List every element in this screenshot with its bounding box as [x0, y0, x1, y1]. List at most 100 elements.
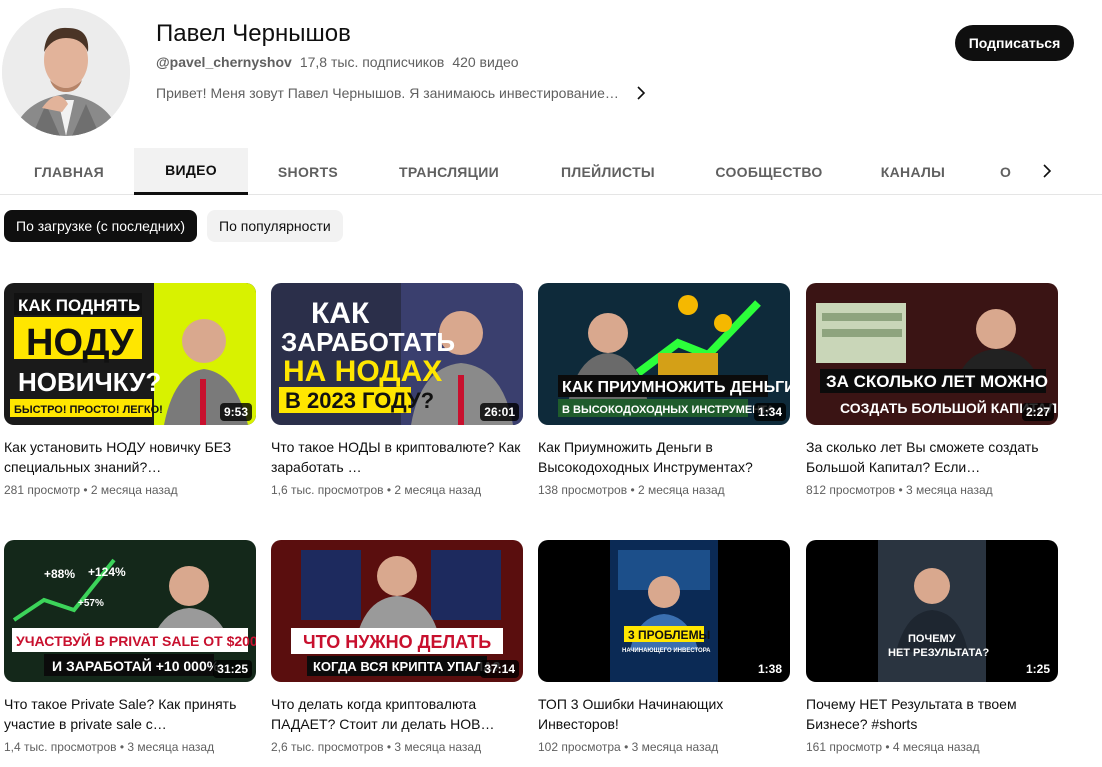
- video-thumbnail[interactable]: ЗА СКОЛЬКО ЛЕТ МОЖНО СОЗДАТЬ БОЛЬШОЙ КАП…: [806, 283, 1058, 425]
- video-age: 2 месяца назад: [394, 483, 482, 497]
- video-duration: 26:01: [480, 403, 519, 421]
- tab-shorts[interactable]: SHORTS: [258, 148, 358, 195]
- video-count: 420 видео: [452, 54, 519, 70]
- video-card: КАК ЗАРАБОТАТЬ НА НОДАХ В 2023 ГОДУ? 26:…: [271, 283, 523, 497]
- avatar-image: [2, 8, 130, 136]
- stats-separator: •: [386, 483, 392, 497]
- video-duration: 9:53: [219, 403, 252, 421]
- channel-meta: @pavel_chernyshov 17,8 тыс. подписчиков …: [156, 54, 519, 70]
- channel-header: Павел Чернышов @pavel_chernyshov 17,8 ты…: [0, 0, 1102, 148]
- subscribe-button[interactable]: Подписаться: [955, 25, 1074, 61]
- video-views: 1,4 тыс. просмотров: [4, 740, 117, 754]
- thumb-text-1: УЧАСТВУЙ В PRIVAT SALE ОТ $200: [16, 632, 256, 649]
- video-card: КАК ПОДНЯТЬ НОДУ НОВИЧКУ? БЫСТРО! ПРОСТО…: [4, 283, 256, 497]
- subscriber-count: 17,8 тыс. подписчиков: [299, 54, 445, 70]
- thumb-text-2: ЗАРАБОТАТЬ: [281, 327, 455, 357]
- video-duration: 1:38: [753, 660, 786, 678]
- video-views: 2,6 тыс. просмотров: [271, 740, 384, 754]
- video-thumbnail[interactable]: ПОЧЕМУ НЕТ РЕЗУЛЬТАТА? 1:25: [806, 540, 1058, 682]
- thumb-text-2: В ВЫСОКОДОХОДНЫХ ИНСТРУМЕНТА: [562, 404, 774, 416]
- video-thumbnail[interactable]: +88% +124% +57% УЧАСТВУЙ В PRIVAT SALE О…: [4, 540, 256, 682]
- thumb-text-4: +124%: [88, 565, 126, 579]
- thumb-text-1: ЧТО НУЖНО ДЕЛАТЬ: [303, 632, 491, 652]
- video-age: 3 месяца назад: [127, 740, 215, 754]
- tab-community[interactable]: СООБЩЕСТВО: [702, 148, 836, 195]
- thumb-text-3: НА НОДАХ: [283, 355, 442, 388]
- video-stats: 1,4 тыс. просмотров • 3 месяца назад: [4, 740, 256, 754]
- thumb-text-1: КАК ПОДНЯТЬ: [18, 296, 140, 315]
- video-card: +88% +124% +57% УЧАСТВУЙ В PRIVAT SALE О…: [4, 540, 256, 754]
- video-stats: 161 просмотр • 4 месяца назад: [806, 740, 1058, 754]
- sort-chips: По загрузке (с последних) По популярност…: [4, 210, 343, 242]
- video-card: ЗА СКОЛЬКО ЛЕТ МОЖНО СОЗДАТЬ БОЛЬШОЙ КАП…: [806, 283, 1058, 497]
- channel-description-text: Привет! Меня зовут Павел Чернышов. Я зан…: [156, 85, 619, 101]
- channel-handle: @pavel_chernyshov: [156, 54, 292, 70]
- video-duration: 2:27: [1021, 403, 1054, 421]
- video-thumbnail[interactable]: ЧТО НУЖНО ДЕЛАТЬ КОГДА ВСЯ КРИПТА УПАЛА?…: [271, 540, 523, 682]
- video-views: 1,6 тыс. просмотров: [271, 483, 384, 497]
- tab-channels[interactable]: КАНАЛЫ: [866, 148, 960, 195]
- video-views: 138 просмотров: [538, 483, 628, 497]
- video-card: 3 ПРОБЛЕМЫ НАЧИНАЮЩЕГО ИНВЕСТОРА 1:38 ТО…: [538, 540, 790, 754]
- video-title[interactable]: ТОП 3 Ошибки Начинающих Инвесторов!: [538, 694, 790, 734]
- video-title[interactable]: Что такое Private Sale? Как принять учас…: [4, 694, 256, 734]
- thumb-text-4: В 2023 ГОДУ?: [285, 388, 434, 413]
- thumbnail-image: ПОЧЕМУ НЕТ РЕЗУЛЬТАТА?: [806, 540, 1058, 682]
- video-thumbnail[interactable]: КАК ПРИУМНОЖИТЬ ДЕНЬГИ В ВЫСОКОДОХОДНЫХ …: [538, 283, 790, 425]
- video-age: 2 месяца назад: [637, 483, 725, 497]
- thumbnail-image: КАК ПОДНЯТЬ НОДУ НОВИЧКУ? БЫСТРО! ПРОСТО…: [4, 283, 256, 425]
- stats-separator: •: [119, 740, 125, 754]
- video-title[interactable]: За сколько лет Вы сможете создать Большо…: [806, 437, 1058, 477]
- video-duration: 1:34: [753, 403, 786, 421]
- tab-about[interactable]: О: [1000, 148, 1026, 195]
- video-title[interactable]: Что такое НОДЫ в криптовалюте? Как зараб…: [271, 437, 523, 477]
- thumbnail-image: КАК ПРИУМНОЖИТЬ ДЕНЬГИ В ВЫСОКОДОХОДНЫХ …: [538, 283, 790, 425]
- thumb-text-2: НОДУ: [26, 322, 134, 364]
- thumb-text-3: +88%: [44, 567, 75, 581]
- video-stats: 1,6 тыс. просмотров • 2 месяца назад: [271, 483, 523, 497]
- thumb-text-1: КАК ПРИУМНОЖИТЬ ДЕНЬГИ: [562, 379, 790, 396]
- tab-live[interactable]: ТРАНСЛЯЦИИ: [384, 148, 514, 195]
- channel-avatar[interactable]: [2, 8, 130, 136]
- channel-tabs: ГЛАВНАЯ ВИДЕО SHORTS ТРАНСЛЯЦИИ ПЛЕЙЛИСТ…: [0, 148, 1102, 195]
- video-stats: 138 просмотров • 2 месяца назад: [538, 483, 790, 497]
- sort-chip-latest[interactable]: По загрузке (с последних): [4, 210, 198, 242]
- video-thumbnail[interactable]: КАК ПОДНЯТЬ НОДУ НОВИЧКУ? БЫСТРО! ПРОСТО…: [4, 283, 256, 425]
- video-duration: 37:14: [480, 660, 519, 678]
- video-duration: 31:25: [213, 660, 252, 678]
- video-card: ПОЧЕМУ НЕТ РЕЗУЛЬТАТА? 1:25 Почему НЕТ Р…: [806, 540, 1058, 754]
- video-thumbnail[interactable]: 3 ПРОБЛЕМЫ НАЧИНАЮЩЕГО ИНВЕСТОРА 1:38: [538, 540, 790, 682]
- channel-description[interactable]: Привет! Меня зовут Павел Чернышов. Я зан…: [156, 85, 649, 101]
- stats-separator: •: [624, 740, 629, 754]
- tab-videos[interactable]: ВИДЕО: [134, 148, 248, 195]
- thumb-text-2: НЕТ РЕЗУЛЬТАТА?: [888, 647, 990, 659]
- tab-home[interactable]: ГЛАВНАЯ: [14, 148, 124, 195]
- thumb-text-3: НОВИЧКУ?: [18, 367, 161, 397]
- video-title[interactable]: Что делать когда криптовалюта ПАДАЕТ? Ст…: [271, 694, 523, 734]
- scroll-tabs-right-icon[interactable]: [1036, 160, 1058, 182]
- video-thumbnail[interactable]: КАК ЗАРАБОТАТЬ НА НОДАХ В 2023 ГОДУ? 26:…: [271, 283, 523, 425]
- video-views: 281 просмотр: [4, 483, 81, 497]
- video-title[interactable]: Почему НЕТ Результата в твоем Бизнесе? #…: [806, 694, 1058, 734]
- video-age: 3 месяца назад: [394, 740, 482, 754]
- sort-chip-popular[interactable]: По популярности: [207, 210, 343, 242]
- video-age: 4 месяца назад: [892, 740, 980, 754]
- video-views: 102 просмотра: [538, 740, 621, 754]
- thumb-text-4: БЫСТРО! ПРОСТО! ЛЕГКО!: [14, 404, 163, 416]
- thumb-text-1: КАК: [311, 297, 370, 330]
- stats-separator: •: [898, 483, 903, 497]
- video-title[interactable]: Как Приумножить Деньги в Высокодоходных …: [538, 437, 790, 477]
- channel-name: Павел Чернышов: [156, 20, 351, 47]
- video-stats: 281 просмотр • 2 месяца назад: [4, 483, 256, 497]
- video-age: 3 месяца назад: [905, 483, 993, 497]
- thumb-text-1: 3 ПРОБЛЕМЫ: [628, 628, 710, 642]
- video-title[interactable]: Как установить НОДУ новичку БЕЗ специаль…: [4, 437, 256, 477]
- video-age: 3 месяца назад: [631, 740, 719, 754]
- stats-separator: •: [83, 483, 88, 497]
- tab-playlists[interactable]: ПЛЕЙЛИСТЫ: [546, 148, 670, 195]
- video-stats: 2,6 тыс. просмотров • 3 месяца назад: [271, 740, 523, 754]
- thumb-text-2: И ЗАРАБОТАЙ +10 000%: [52, 657, 220, 674]
- chevron-right-icon: [637, 86, 646, 100]
- thumb-text-1: ЗА СКОЛЬКО ЛЕТ МОЖНО: [826, 372, 1048, 391]
- stats-separator: •: [885, 740, 890, 754]
